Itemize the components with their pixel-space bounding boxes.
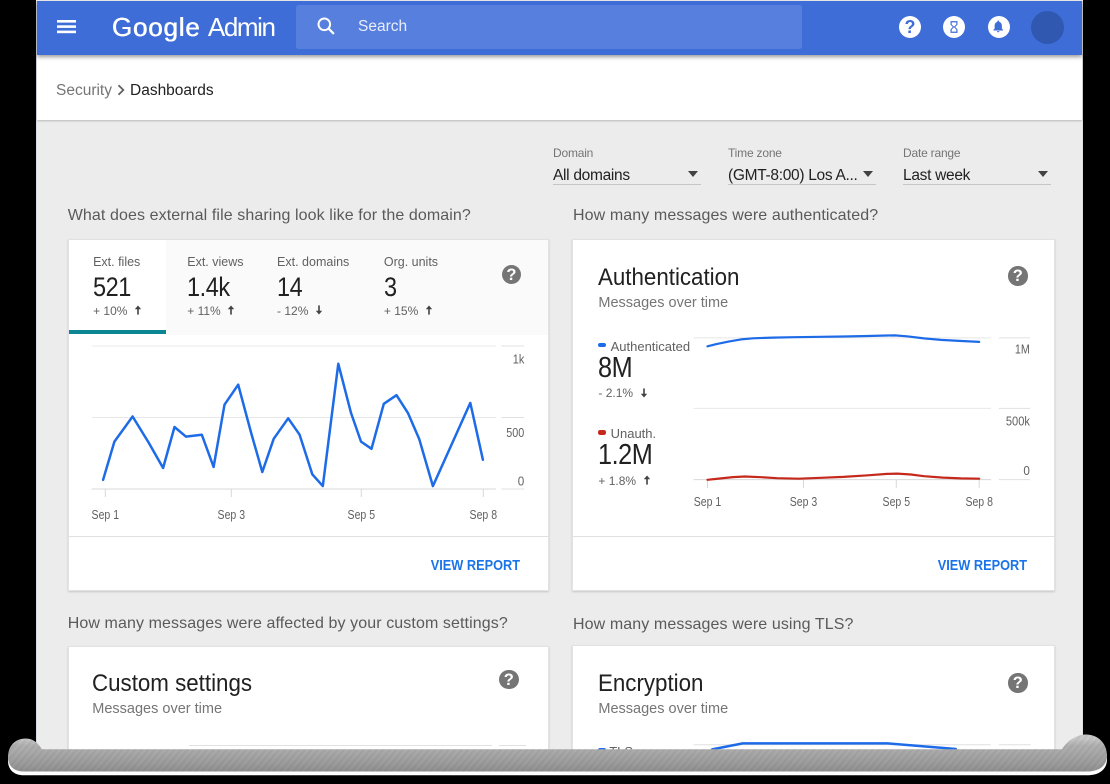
svg-text:500: 500 (506, 425, 524, 440)
svg-text:Sep 5: Sep 5 (347, 507, 375, 522)
svg-text:500k: 500k (1006, 414, 1030, 429)
svg-text:Sep 8: Sep 8 (469, 507, 497, 522)
svg-text:0: 0 (517, 474, 524, 489)
svg-text:Sep 5: Sep 5 (883, 494, 911, 509)
svg-text:0: 0 (1023, 463, 1030, 478)
svg-text:1M: 1M (1015, 341, 1030, 356)
svg-text:Sep 1: Sep 1 (91, 507, 119, 522)
svg-text:Sep 3: Sep 3 (217, 507, 245, 522)
svg-text:Sep 3: Sep 3 (790, 494, 818, 509)
svg-text:1k: 1k (512, 351, 524, 366)
svg-text:Sep 8: Sep 8 (965, 494, 993, 509)
svg-text:Sep 1: Sep 1 (694, 494, 722, 509)
